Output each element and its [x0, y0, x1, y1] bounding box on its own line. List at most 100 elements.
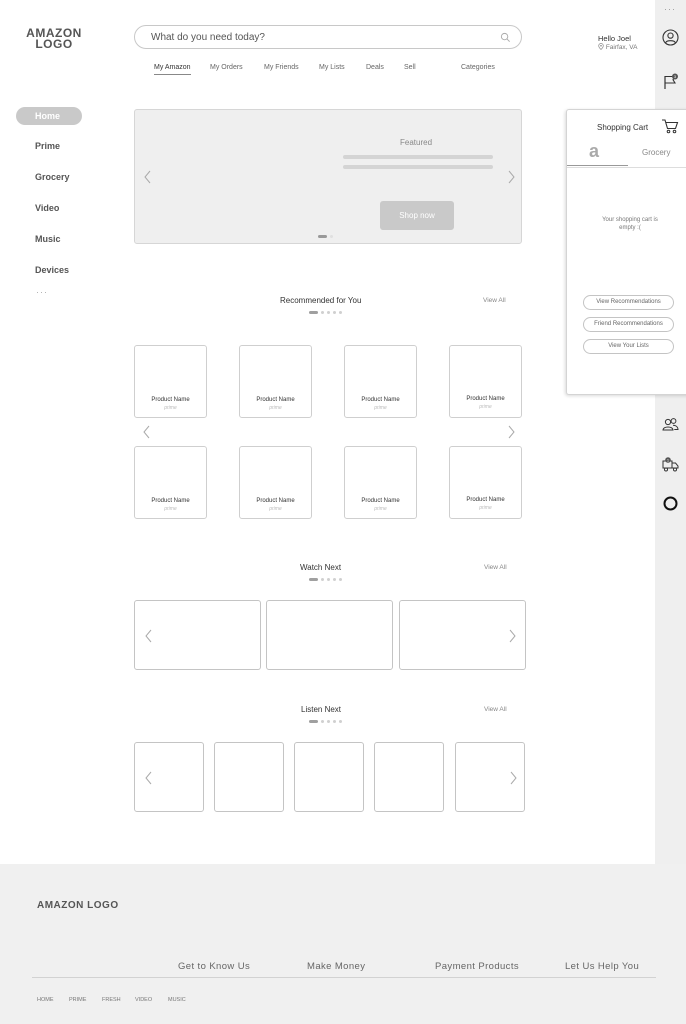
- search-icon[interactable]: [500, 32, 511, 43]
- product-name: Product Name: [361, 498, 400, 504]
- flag-icon[interactable]: 3: [662, 73, 679, 90]
- tab-my-lists[interactable]: My Lists: [319, 64, 345, 71]
- product-name: Product Name: [256, 397, 295, 403]
- music-card[interactable]: [455, 742, 525, 812]
- footer-link-prime[interactable]: PRIME: [69, 997, 86, 1003]
- indicator-dot[interactable]: [333, 311, 336, 314]
- indicator-dot[interactable]: [321, 578, 324, 581]
- footer-column-payment-products[interactable]: Payment Products: [435, 961, 519, 972]
- footer-divider: [32, 977, 656, 978]
- product-card[interactable]: Product Name prime: [239, 446, 312, 519]
- indicator-dot-active[interactable]: [309, 720, 318, 723]
- tab-my-friends[interactable]: My Friends: [264, 64, 299, 71]
- chevron-right-icon[interactable]: [506, 170, 516, 184]
- cart-icon[interactable]: [661, 118, 679, 134]
- product-card[interactable]: Product Name prime: [344, 446, 417, 519]
- product-card[interactable]: Product Name prime: [449, 345, 522, 418]
- footer-column-get-to-know-us[interactable]: Get to Know Us: [178, 961, 250, 972]
- hero-carousel[interactable]: Featured Shop now: [134, 109, 522, 244]
- amazon-a-icon: a: [589, 141, 600, 161]
- chevron-right-icon[interactable]: [508, 771, 518, 785]
- footer-link-fresh[interactable]: FRESH: [102, 997, 121, 1003]
- indicator-dot[interactable]: [327, 578, 330, 581]
- indicator-dot[interactable]: [339, 720, 342, 723]
- indicator-dot[interactable]: [339, 311, 342, 314]
- user-greeting[interactable]: Hello Joel Fairfax, VA: [598, 34, 637, 52]
- delivery-icon[interactable]: 1: [662, 456, 679, 473]
- chevron-left-icon[interactable]: [144, 629, 154, 643]
- sidebar-item-devices[interactable]: Devices: [35, 265, 69, 275]
- footer-link-video[interactable]: VIDEO: [135, 997, 152, 1003]
- tab-amazon[interactable]: a: [589, 141, 599, 162]
- indicator-dot[interactable]: [321, 720, 324, 723]
- indicator-dot[interactable]: [339, 578, 342, 581]
- greeting-text: Hello Joel: [598, 34, 631, 43]
- amazon-logo[interactable]: AMAZON LOGO: [22, 27, 86, 50]
- product-card[interactable]: Product Name prime: [344, 345, 417, 418]
- product-card[interactable]: Product Name prime: [449, 446, 522, 519]
- music-card[interactable]: [374, 742, 444, 812]
- video-card[interactable]: [134, 600, 261, 670]
- product-card[interactable]: Product Name prime: [134, 345, 207, 418]
- indicator-dot[interactable]: [321, 311, 324, 314]
- chevron-left-icon[interactable]: [143, 170, 153, 184]
- footer-logo[interactable]: AMAZON LOGO: [37, 900, 119, 911]
- indicator-dot[interactable]: [327, 311, 330, 314]
- listen-next-title: Listen Next: [301, 705, 342, 714]
- indicator-dot[interactable]: [333, 720, 336, 723]
- friends-icon[interactable]: [662, 416, 679, 433]
- tab-sell[interactable]: Sell: [404, 64, 416, 71]
- chevron-right-icon[interactable]: [507, 629, 517, 643]
- video-card[interactable]: [399, 600, 526, 670]
- indicator-dot[interactable]: [333, 578, 336, 581]
- video-card[interactable]: [266, 600, 393, 670]
- product-name: Product Name: [151, 498, 190, 504]
- sidebar-item-home[interactable]: Home: [16, 107, 82, 125]
- footer: AMAZON LOGO Get to Know Us Make Money Pa…: [0, 864, 686, 1024]
- more-icon[interactable]: ···: [664, 4, 676, 14]
- indicator-dot-active[interactable]: [309, 578, 318, 581]
- alexa-icon[interactable]: [662, 495, 679, 512]
- friend-recommendations-button[interactable]: Friend Recommendations: [583, 317, 674, 332]
- chevron-left-icon[interactable]: [144, 771, 154, 785]
- watch-next-view-all-link[interactable]: View All: [484, 564, 507, 571]
- music-card[interactable]: [214, 742, 284, 812]
- view-recommendations-button[interactable]: View Recommendations: [583, 295, 674, 310]
- cart-title: Shopping Cart: [597, 123, 649, 132]
- prime-badge: prime: [164, 405, 177, 411]
- account-icon[interactable]: [662, 29, 679, 46]
- chevron-left-icon[interactable]: [142, 425, 152, 439]
- sidebar-item-grocery[interactable]: Grocery: [35, 172, 70, 182]
- footer-link-home[interactable]: HOME: [37, 997, 54, 1003]
- sidebar-item-music[interactable]: Music: [35, 234, 61, 244]
- indicator-dot-active[interactable]: [309, 311, 318, 314]
- tab-my-amazon[interactable]: My Amazon: [154, 64, 191, 75]
- prime-badge: prime: [479, 404, 492, 410]
- product-card[interactable]: Product Name prime: [134, 446, 207, 519]
- sidebar-item-video[interactable]: Video: [35, 203, 59, 213]
- prime-badge: prime: [269, 405, 282, 411]
- listen-next-view-all-link[interactable]: View All: [484, 706, 507, 713]
- sidebar-item-prime[interactable]: Prime: [35, 141, 60, 151]
- footer-column-make-money[interactable]: Make Money: [307, 961, 365, 972]
- sidebar-more-icon[interactable]: ···: [36, 287, 48, 297]
- shop-now-button[interactable]: Shop now: [380, 201, 454, 230]
- view-your-lists-button[interactable]: View Your Lists: [583, 339, 674, 354]
- indicator-dot[interactable]: [327, 720, 330, 723]
- indicator-dot-active[interactable]: [318, 235, 327, 238]
- tab-my-orders[interactable]: My Orders: [210, 64, 243, 71]
- tab-grocery[interactable]: Grocery: [642, 148, 670, 157]
- footer-link-music[interactable]: MUSIC: [168, 997, 186, 1003]
- chevron-right-icon[interactable]: [506, 425, 516, 439]
- search-input[interactable]: What do you need today?: [134, 25, 522, 49]
- tab-categories[interactable]: Categories: [461, 64, 495, 71]
- location-text: Fairfax, VA: [598, 43, 637, 52]
- music-card[interactable]: [134, 742, 204, 812]
- indicator-dot[interactable]: [330, 235, 333, 238]
- recommended-view-all-link[interactable]: View All: [483, 297, 506, 304]
- product-card[interactable]: Product Name prime: [239, 345, 312, 418]
- footer-column-let-us-help-you[interactable]: Let Us Help You: [565, 961, 639, 972]
- cart-divider: [567, 167, 686, 168]
- tab-deals[interactable]: Deals: [366, 64, 384, 71]
- music-card[interactable]: [294, 742, 364, 812]
